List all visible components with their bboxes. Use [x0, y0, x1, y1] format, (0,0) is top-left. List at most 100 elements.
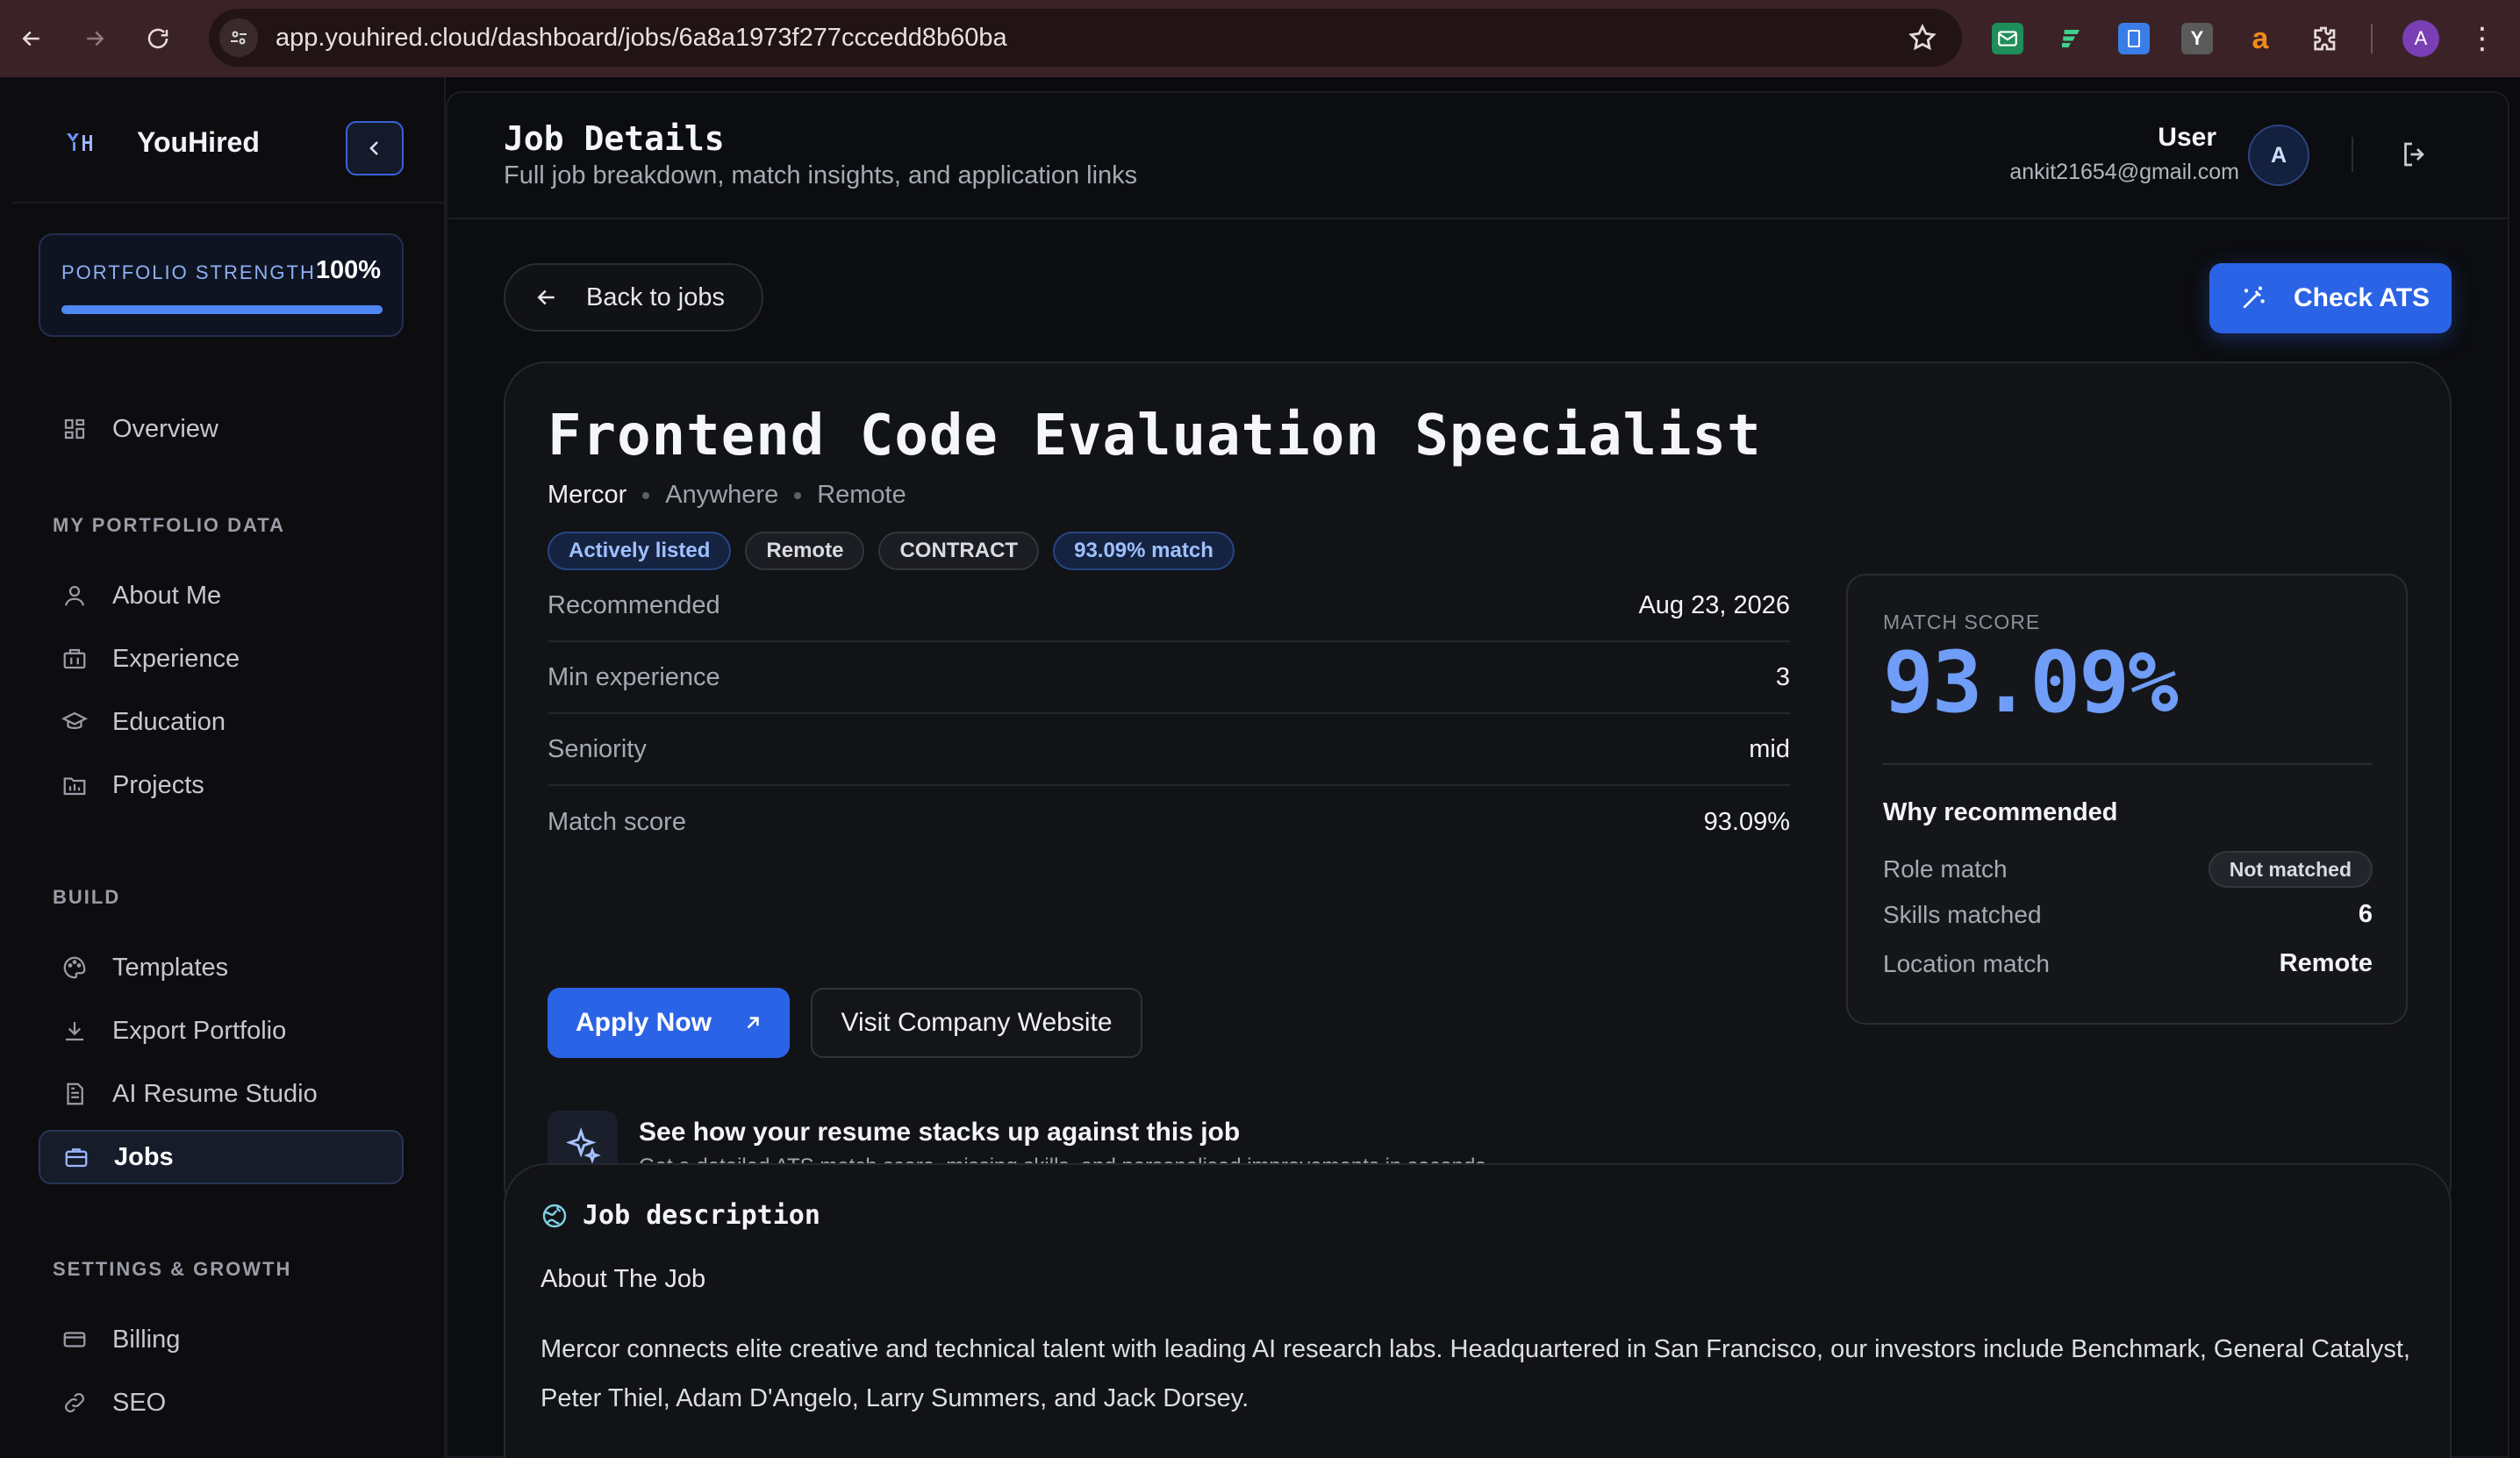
- section-settings-growth: SETTINGS & GROWTH: [53, 1258, 292, 1280]
- page-header: Job Details Full job breakdown, match in…: [447, 93, 2508, 219]
- check-ats-button[interactable]: Check ATS: [2209, 263, 2452, 333]
- puzzle-icon[interactable]: [2308, 23, 2339, 54]
- sidebar-item-seo[interactable]: SEO: [39, 1376, 404, 1430]
- flow-icon[interactable]: [2055, 23, 2087, 54]
- graduation-cap-icon: [61, 709, 89, 735]
- match-score-label: MATCH SCORE: [1883, 611, 2041, 633]
- section-build: BUILD: [53, 886, 121, 908]
- detail-row: Match score 93.09%: [548, 786, 1790, 858]
- job-tags: Actively listed Remote CONTRACT 93.09% m…: [548, 532, 1249, 570]
- portfolio-strength-label: PORTFOLIO STRENGTH: [61, 261, 316, 283]
- section-my-portfolio-data: MY PORTFOLIO DATA: [53, 514, 285, 536]
- detail-label: Min experience: [548, 662, 720, 691]
- collapse-sidebar-button[interactable]: [346, 121, 404, 175]
- apply-now-label: Apply Now: [576, 1008, 712, 1037]
- job-description-header: Job description: [541, 1200, 820, 1231]
- profile-avatar[interactable]: A: [2402, 20, 2439, 57]
- sidebar-divider: [12, 202, 446, 204]
- detail-value: Aug 23, 2026: [1638, 590, 1790, 619]
- detail-value: mid: [1749, 734, 1790, 763]
- sidebar-item-label: Projects: [112, 770, 204, 799]
- bookmark-star-icon[interactable]: [1908, 23, 1937, 57]
- job-description-title: Job description: [583, 1200, 820, 1231]
- page-title: Job Details: [504, 119, 725, 158]
- sidebar-item-label: Templates: [112, 953, 229, 982]
- status-badge: Not matched: [2208, 851, 2373, 888]
- back-to-jobs-button[interactable]: Back to jobs: [504, 263, 763, 332]
- sidebar-item-jobs[interactable]: Jobs: [39, 1130, 404, 1184]
- sidebar-item-label: About Me: [112, 581, 222, 610]
- back-arrow-icon[interactable]: [0, 0, 63, 77]
- palette-icon: [61, 954, 88, 981]
- grid-icon: [61, 416, 88, 442]
- url-text[interactable]: app.youhired.cloud/dashboard/jobs/6a8a19…: [276, 24, 1007, 53]
- forward-arrow-icon[interactable]: [63, 0, 126, 77]
- portfolio-strength-bar: [61, 305, 383, 314]
- detail-label: Seniority: [548, 734, 647, 763]
- about-heading: About The Job: [541, 1265, 706, 1293]
- detail-label: Recommended: [548, 590, 720, 619]
- browser-menu-icon[interactable]: ⋮: [2467, 24, 2497, 54]
- user-icon: [61, 582, 88, 609]
- portfolio-strength-card: PORTFOLIO STRENGTH 100%: [39, 233, 404, 337]
- download-icon: [61, 1018, 88, 1044]
- building-icon: [61, 646, 88, 672]
- visit-company-website-button[interactable]: Visit Company Website: [811, 988, 1142, 1058]
- site-settings-icon[interactable]: [219, 18, 258, 57]
- apply-now-button[interactable]: Apply Now: [548, 988, 790, 1058]
- docs-icon[interactable]: [2118, 23, 2150, 54]
- sidebar-item-overview[interactable]: Overview: [39, 402, 404, 456]
- logout-icon[interactable]: [2399, 139, 2431, 170]
- a-icon[interactable]: a: [2244, 22, 2276, 55]
- why-recommended-title: Why recommended: [1883, 798, 2118, 826]
- location-match-row: Location match Remote: [1883, 949, 2373, 978]
- avatar[interactable]: A: [2248, 125, 2309, 186]
- magic-wand-icon: [2239, 284, 2267, 312]
- meta-separator: [794, 491, 802, 499]
- header-separator: [2352, 137, 2353, 172]
- sidebar-item-label: Experience: [112, 644, 240, 673]
- sidebar: YouHired PORTFOLIO STRENGTH 100% Overvie…: [0, 77, 446, 1458]
- location-match-value: Remote: [2279, 949, 2373, 977]
- sidebar-item-billing[interactable]: Billing: [39, 1312, 404, 1367]
- match-score-panel: MATCH SCORE 93.09% Why recommended Role …: [1846, 574, 2408, 1025]
- skills-matched-row: Skills matched 6: [1883, 900, 2373, 929]
- address-bar[interactable]: app.youhired.cloud/dashboard/jobs/6a8a19…: [209, 9, 1962, 67]
- role-match-label: Role match: [1883, 855, 2008, 883]
- skills-matched-value: 6: [2358, 900, 2373, 928]
- match-divider: [1883, 763, 2373, 765]
- mail-icon[interactable]: [1992, 23, 2023, 54]
- back-to-jobs-label: Back to jobs: [586, 282, 725, 311]
- job-location: Anywhere: [665, 481, 779, 509]
- sidebar-item-label: SEO: [112, 1388, 167, 1417]
- sidebar-item-label: Billing: [112, 1325, 181, 1354]
- sidebar-item-about-me[interactable]: About Me: [39, 568, 404, 623]
- sidebar-item-education[interactable]: Education: [39, 695, 404, 749]
- browser-toolbar: app.youhired.cloud/dashboard/jobs/6a8a19…: [0, 0, 2520, 77]
- sidebar-item-ai-resume-studio[interactable]: AI Resume Studio: [39, 1067, 404, 1121]
- brand[interactable]: YouHired: [65, 126, 260, 159]
- extensions-bar: Y a A ⋮: [1992, 0, 2497, 77]
- page-subtitle: Full job breakdown, match insights, and …: [504, 161, 1138, 189]
- sidebar-item-templates[interactable]: Templates: [39, 940, 404, 995]
- location-match-label: Location match: [1883, 949, 2050, 977]
- tag-actively-listed: Actively listed: [548, 532, 732, 570]
- skills-matched-label: Skills matched: [1883, 900, 2042, 928]
- sidebar-item-label: Overview: [112, 414, 218, 443]
- detail-value: 93.09%: [1703, 807, 1790, 836]
- user-name: User: [2158, 123, 2216, 152]
- globe-icon: [541, 1202, 569, 1230]
- y-icon[interactable]: Y: [2181, 23, 2213, 54]
- reload-icon[interactable]: [126, 0, 190, 77]
- link-icon: [61, 1390, 88, 1416]
- sidebar-item-export-portfolio[interactable]: Export Portfolio: [39, 1004, 404, 1058]
- document-icon: [61, 1081, 88, 1107]
- tag-match: 93.09% match: [1053, 532, 1235, 570]
- sidebar-item-experience[interactable]: Experience: [39, 632, 404, 686]
- sidebar-item-projects[interactable]: Projects: [39, 758, 404, 812]
- job-summary-card: Frontend Code Evaluation Specialist Merc…: [504, 361, 2452, 1226]
- job-description-text: Mercor connects elite creative and techn…: [541, 1335, 2410, 1412]
- main-content: Job Details Full job breakdown, match in…: [446, 91, 2509, 1458]
- promo-title: See how your resume stacks up against th…: [639, 1118, 1241, 1147]
- detail-row: Min experience 3: [548, 642, 1790, 714]
